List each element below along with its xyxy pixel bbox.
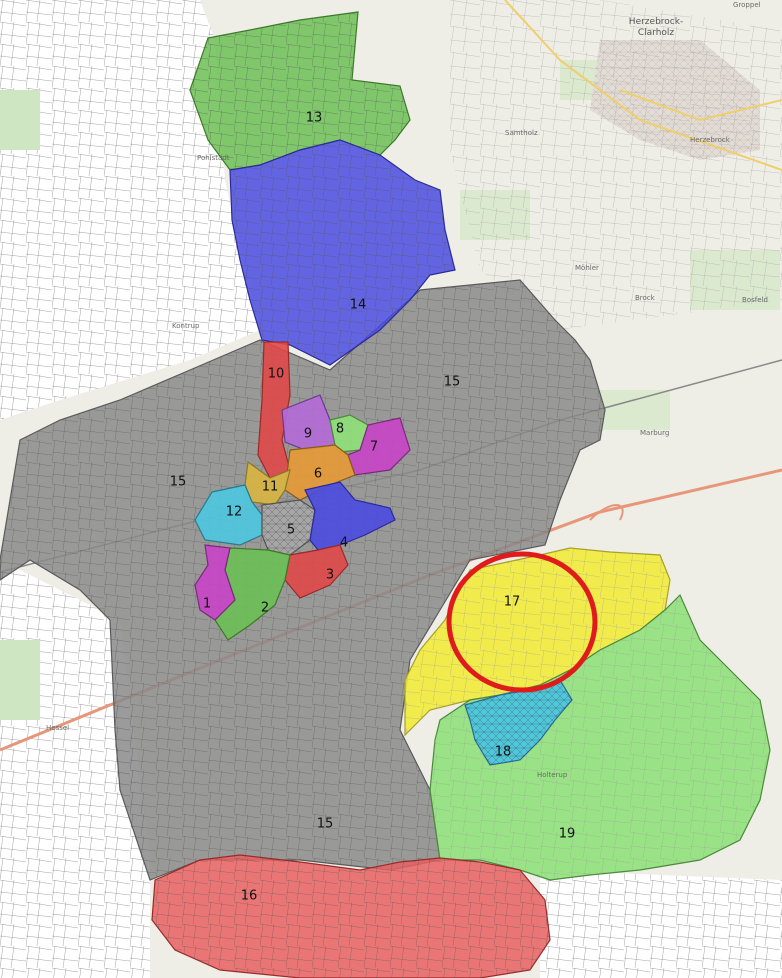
district-10-label: 10 bbox=[268, 367, 285, 382]
district-17-label: 17 bbox=[504, 595, 521, 610]
district-1-label: 1 bbox=[203, 597, 211, 612]
base-map-northeast-lines bbox=[450, 0, 782, 330]
base-map-green-patch bbox=[0, 640, 40, 720]
place-pohlstadt: Pohlstadt bbox=[197, 154, 230, 162]
place-herzebrock-clarholz-line2: Clarholz bbox=[638, 28, 675, 38]
base-map-green-patch bbox=[600, 390, 670, 430]
place-hessel: Hessel bbox=[46, 724, 69, 732]
place-samtholz: Samtholz bbox=[505, 129, 538, 137]
district-12-label: 12 bbox=[226, 505, 243, 520]
base-map-green-patch bbox=[0, 90, 40, 150]
district-15-label-west: 15 bbox=[170, 475, 187, 490]
district-15-label-north: 15 bbox=[444, 375, 461, 390]
map-canvas: Herzebrock- Clarholz Herzebrock Samtholz… bbox=[0, 0, 782, 978]
place-herzebrock: Herzebrock bbox=[690, 136, 731, 144]
district-4-label: 4 bbox=[340, 536, 348, 551]
district-15-label-south: 15 bbox=[317, 817, 334, 832]
place-groppel: Groppel bbox=[733, 1, 761, 9]
district-6-label: 6 bbox=[314, 467, 322, 482]
district-2-label: 2 bbox=[261, 601, 269, 616]
district-9-label: 9 bbox=[304, 427, 312, 442]
place-mohler: Möhler bbox=[575, 264, 599, 272]
district-18-label: 18 bbox=[495, 745, 512, 760]
district-7-label: 7 bbox=[370, 440, 378, 455]
district-8-label: 8 bbox=[336, 422, 344, 437]
district-11-label: 11 bbox=[262, 480, 279, 495]
district-3-label: 3 bbox=[326, 568, 334, 583]
base-map-south-fields-pattern bbox=[540, 870, 782, 978]
district-19-label: 19 bbox=[559, 827, 576, 842]
district-map: Herzebrock- Clarholz Herzebrock Samtholz… bbox=[0, 0, 782, 978]
place-holterup: Holterup bbox=[537, 771, 568, 779]
district-14-label: 14 bbox=[350, 298, 367, 313]
district-16-area-pattern bbox=[152, 855, 550, 978]
place-kontrup: Kontrup bbox=[172, 322, 200, 330]
district-13-label: 13 bbox=[306, 111, 323, 126]
place-herzebrock-clarholz-line1: Herzebrock- bbox=[629, 17, 683, 27]
district-5-label: 5 bbox=[287, 523, 295, 538]
place-bosfeld: Bosfeld bbox=[742, 296, 768, 304]
district-16-label: 16 bbox=[241, 889, 258, 904]
place-marburg: Marburg bbox=[640, 429, 669, 437]
place-brock: Brock bbox=[635, 294, 656, 302]
